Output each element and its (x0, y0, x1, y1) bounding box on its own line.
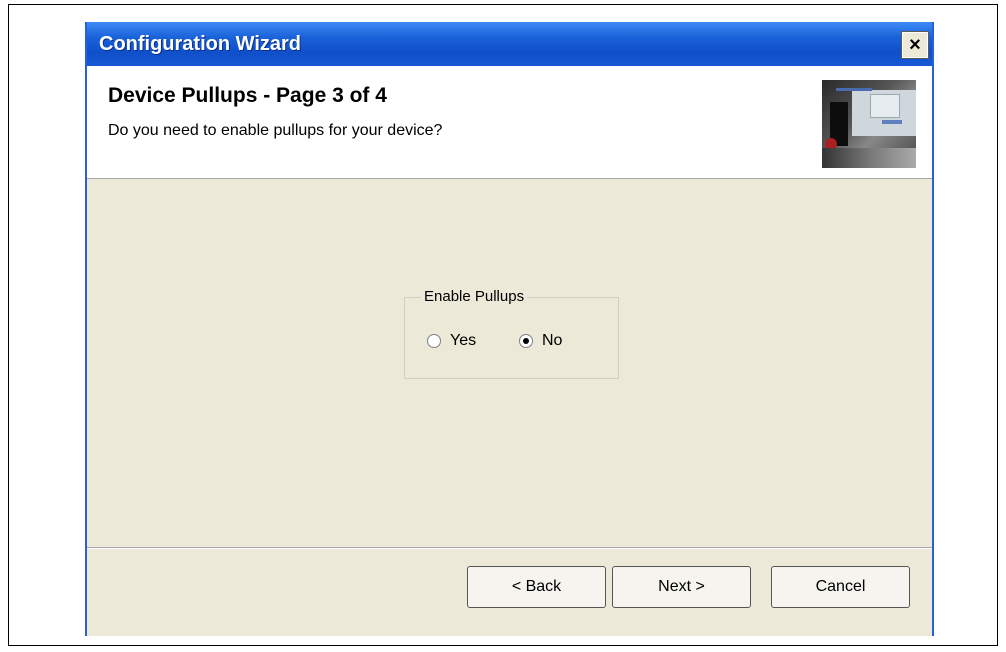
radio-yes-circle[interactable] (427, 334, 441, 348)
wizard-header: Device Pullups - Page 3 of 4 Do you need… (87, 66, 932, 179)
cancel-button[interactable]: Cancel (771, 566, 910, 608)
radio-no-circle[interactable] (519, 334, 533, 348)
close-icon: × (909, 34, 921, 56)
radio-yes[interactable]: Yes (427, 332, 476, 350)
page-subtitle: Do you need to enable pullups for your d… (108, 122, 443, 139)
radio-yes-label[interactable]: Yes (450, 332, 476, 350)
radio-no-label[interactable]: No (542, 332, 562, 350)
window-title: Configuration Wizard (99, 33, 302, 55)
page-title: Device Pullups - Page 3 of 4 (108, 84, 387, 107)
wizard-content: Enable Pullups Yes No (87, 179, 932, 547)
button-separator (87, 547, 932, 549)
configuration-wizard-dialog: Configuration Wizard × Device Pullups - … (85, 22, 934, 636)
back-button[interactable]: < Back (467, 566, 606, 608)
radio-no[interactable]: No (519, 332, 562, 350)
next-button[interactable]: Next > (612, 566, 751, 608)
title-bar[interactable]: Configuration Wizard × (87, 22, 932, 66)
close-button[interactable]: × (901, 31, 929, 59)
enable-pullups-group: Enable Pullups Yes No (404, 288, 619, 379)
wizard-banner-image (822, 80, 916, 168)
enable-pullups-label: Enable Pullups (421, 288, 528, 305)
